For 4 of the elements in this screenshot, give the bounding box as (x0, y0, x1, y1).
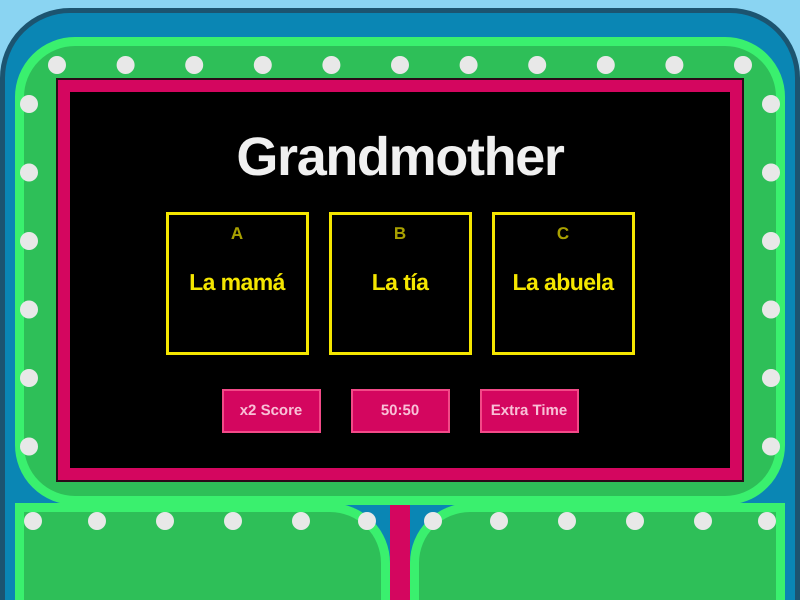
answer-option[interactable]: A La mamá (166, 212, 308, 355)
answer-option[interactable]: B La tía (328, 212, 472, 355)
question-text: Grandmother (236, 130, 564, 184)
answer-option[interactable]: C La abuela (492, 212, 634, 355)
